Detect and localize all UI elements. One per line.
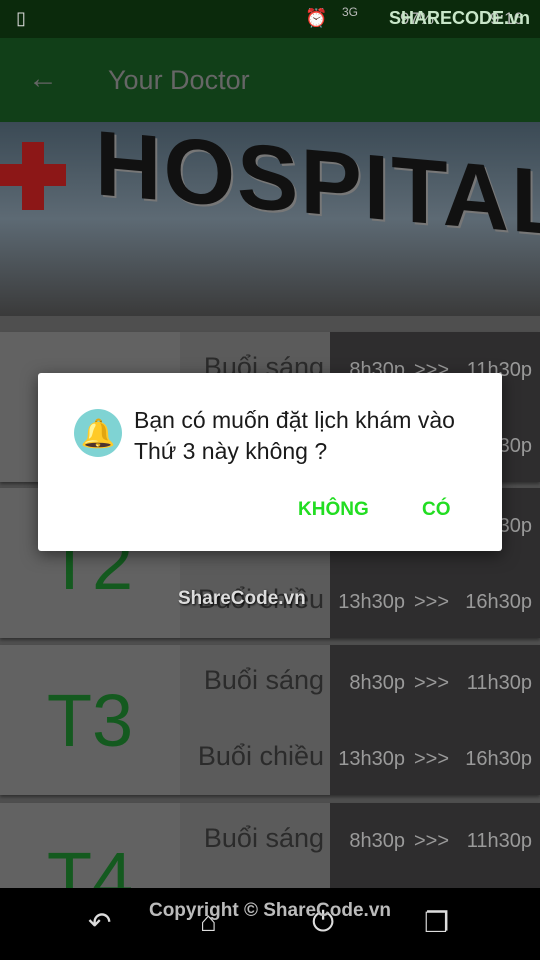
dialog-message: Bạn có muốn đặt lịch khám vào Thứ 3 này … — [134, 407, 455, 464]
alarm-icon: ⏰ — [305, 8, 328, 28]
no-button[interactable]: KHÔNG — [298, 499, 369, 521]
back-arrow-icon[interactable]: ← — [28, 62, 58, 96]
arrow: >>> — [414, 672, 450, 694]
morning-end: 11h30p — [466, 672, 532, 694]
session-column: Buổi sáng Buổi chiều — [180, 645, 330, 795]
afternoon-label: Buổi chiều — [197, 741, 324, 771]
red-cross-bar — [0, 164, 66, 186]
watermark-text: ShareCode.vn — [178, 588, 306, 609]
time-column: 8h30p >>> 11h30p 13h30p >>> 16h30p — [330, 645, 540, 795]
morning-label: Buổi sáng — [203, 665, 324, 695]
arrow: >>> — [414, 591, 450, 613]
morning-start: 8h30p — [349, 830, 405, 852]
navigation-bar: ↶ ⌂ ⏻ ❐ Copyright © ShareCode.vn — [0, 888, 540, 960]
app-toolbar: ← Your Doctor — [0, 38, 540, 122]
bell-icon: 🔔 — [74, 409, 122, 457]
network-type: 3G — [342, 5, 359, 19]
day-label: T3 — [0, 645, 180, 795]
afternoon-start: 13h30p — [338, 748, 405, 770]
afternoon-end: 16h30p — [465, 591, 532, 613]
arrow: >>> — [414, 748, 450, 770]
afternoon-end: 16h30p — [465, 748, 532, 770]
watermark-logo: SHARECODE.vn — [388, 8, 530, 28]
page-title: Your Doctor — [108, 65, 250, 95]
status-bar: ▯ ⏰ 3G 97% 9:16 SHARECODE.vn — [0, 0, 540, 38]
yes-button[interactable]: CÓ — [422, 499, 451, 521]
confirm-dialog: 🔔 Bạn có muốn đặt lịch khám vào Thứ 3 nà… — [38, 373, 502, 551]
hospital-banner-image: HOSPITAL — [0, 122, 540, 316]
schedule-card[interactable]: T3 Buổi sáng Buổi chiều 8h30p >>> 11h30p 1… — [0, 645, 540, 795]
afternoon-start: 13h30p — [338, 591, 405, 613]
morning-start: 8h30p — [349, 672, 405, 694]
morning-label: Buổi sáng — [203, 823, 324, 853]
arrow: >>> — [414, 830, 450, 852]
screen-mirror-icon: ▯ — [16, 8, 26, 28]
hospital-sign: HOSPITAL — [95, 122, 540, 256]
morning-end: 11h30p — [466, 830, 532, 852]
copyright-text: Copyright © ShareCode.vn — [148, 900, 392, 921]
